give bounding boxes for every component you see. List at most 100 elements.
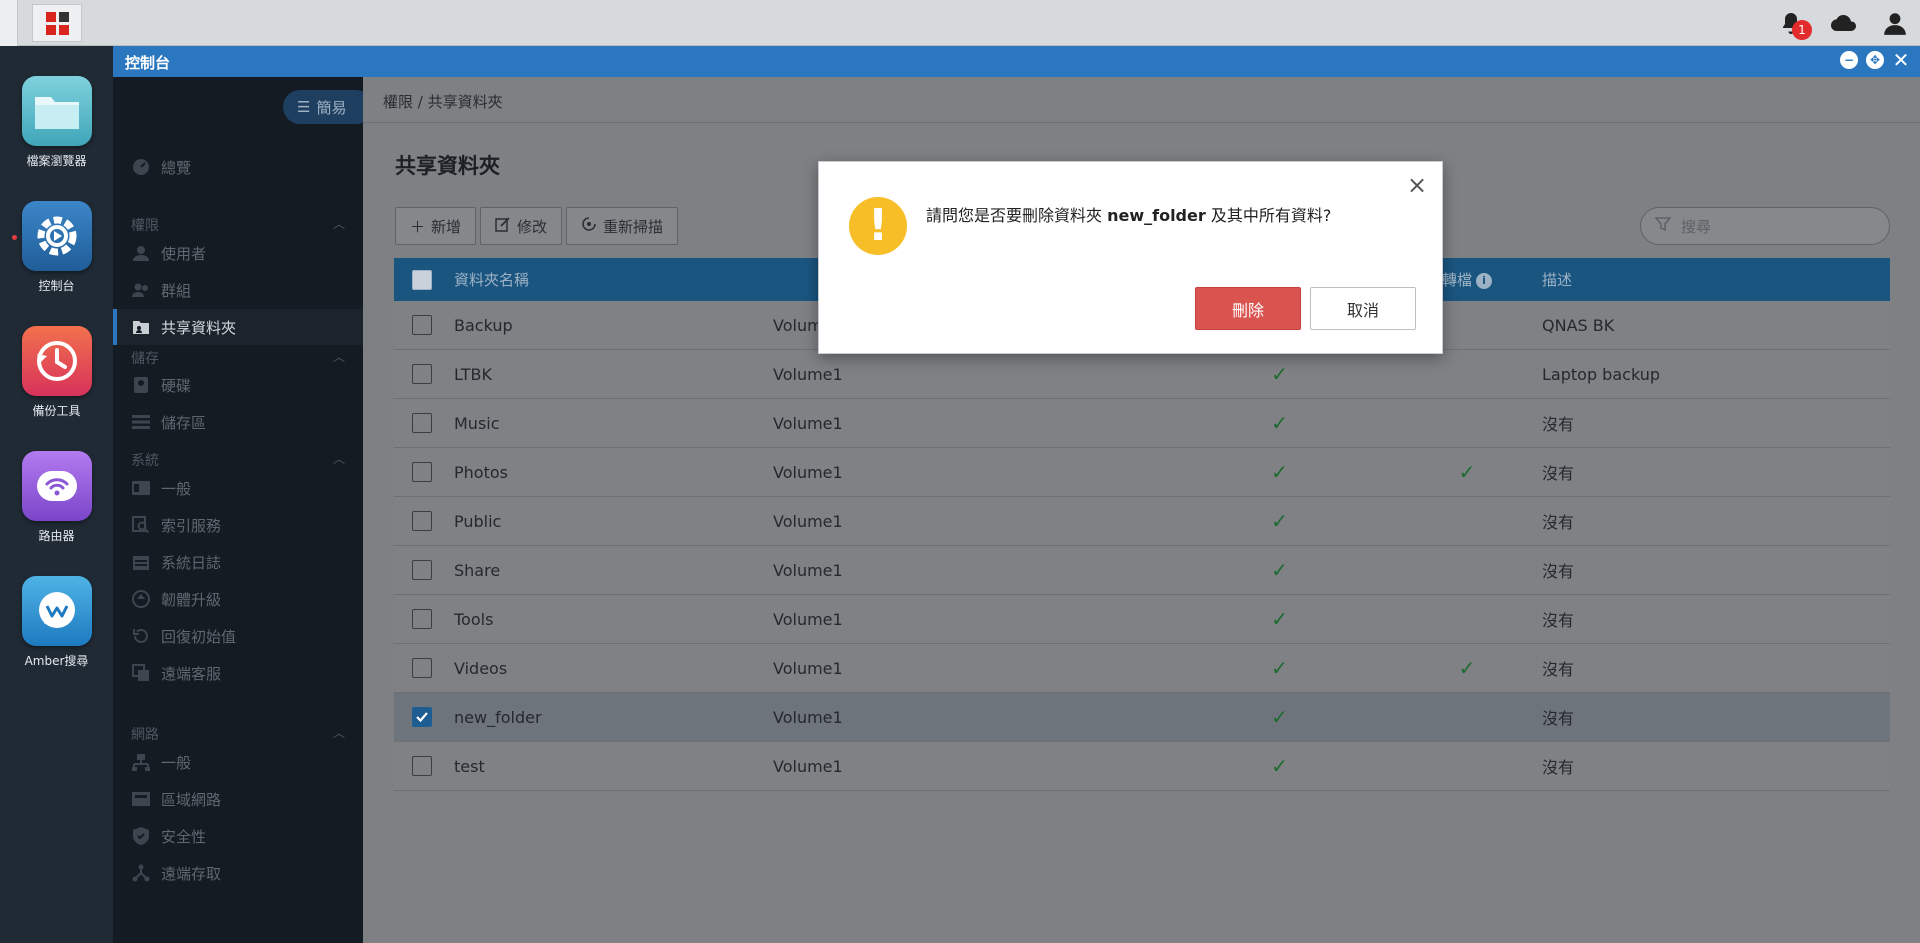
- description-cell: 沒有: [1542, 562, 1575, 581]
- description-cell: 沒有: [1542, 660, 1575, 679]
- sidebar-item-network-general[interactable]: 一般: [113, 744, 363, 780]
- column-b-cell: ✓: [1167, 462, 1392, 483]
- sidebar-item-shared-folders[interactable]: 共享資料夾: [113, 309, 363, 345]
- table-row[interactable]: Photos Volume1 ✓ ✓ 沒有: [394, 448, 1890, 497]
- running-indicator: [12, 235, 17, 240]
- sidebar-group-network[interactable]: 網路 ︿: [131, 724, 345, 744]
- sidebar-item-security[interactable]: 安全性: [113, 818, 363, 854]
- row-checkbox[interactable]: [412, 364, 432, 384]
- chevron-up-icon: ︿: [332, 726, 345, 740]
- column-b-cell: ✓: [1167, 609, 1392, 630]
- row-checkbox[interactable]: [412, 658, 432, 678]
- volume-cell: Volume1: [773, 609, 843, 629]
- row-checkbox[interactable]: [412, 413, 432, 433]
- edit-button[interactable]: 修改: [480, 207, 563, 245]
- row-checkbox[interactable]: [412, 560, 432, 580]
- sidebar-item-system-log[interactable]: 系統日誌: [113, 544, 363, 580]
- table-row[interactable]: Music Volume1 ✓ 沒有: [394, 399, 1890, 448]
- sidebar-item-users[interactable]: 使用者: [113, 235, 363, 271]
- close-window-button[interactable]: ✕: [1892, 50, 1910, 70]
- edit-icon: [495, 216, 511, 236]
- maximize-button[interactable]: ✥: [1866, 51, 1884, 69]
- dock-app-control-panel[interactable]: 控制台: [0, 201, 113, 294]
- description-cell: 沒有: [1542, 513, 1575, 532]
- row-checkbox[interactable]: [412, 707, 432, 727]
- sidebar-group-storage[interactable]: 儲存 ︿: [131, 348, 345, 368]
- sidebar-item-system-general[interactable]: 一般: [113, 470, 363, 506]
- row-checkbox[interactable]: [412, 511, 432, 531]
- folder-name-cell: Share: [454, 560, 501, 580]
- table-row[interactable]: Public Volume1 ✓ 沒有: [394, 497, 1890, 546]
- table-row[interactable]: new_folder Volume1 ✓ 沒有: [394, 693, 1890, 742]
- table-row[interactable]: test Volume1 ✓ 沒有: [394, 742, 1890, 791]
- dialog-close-button[interactable]: ×: [1406, 171, 1428, 199]
- sidebar-group-permissions[interactable]: 權限 ︿: [131, 215, 345, 235]
- rescan-button[interactable]: 重新掃描: [566, 207, 679, 245]
- sidebar-item-label: 硬碟: [161, 376, 192, 395]
- cloud-button[interactable]: [1828, 8, 1858, 38]
- dialog-message: 請問您是否要刪除資料夾 new_folder 及其中所有資料?: [926, 202, 1331, 226]
- row-checkbox[interactable]: [412, 609, 432, 629]
- row-checkbox[interactable]: [412, 756, 432, 776]
- dock-app-amber-search[interactable]: Amber搜尋: [0, 576, 113, 669]
- sidebar-group-label: 權限: [131, 218, 159, 234]
- dock-app-file-browser[interactable]: 檔案瀏覽器: [0, 76, 113, 169]
- sidebar-item-label: 區域網路: [161, 790, 222, 809]
- table-body: Backup Volume1 QNAS BK LTBK Volume1 ✓ Laptop b…: [394, 301, 1890, 791]
- sidebar-item-index-service[interactable]: 索引服務: [113, 507, 363, 543]
- breadcrumb-bar: [363, 77, 1920, 123]
- notification-button[interactable]: 1: [1776, 8, 1812, 40]
- select-all-checkbox[interactable]: [412, 269, 432, 290]
- sidebar-item-remote-access[interactable]: 遠端存取: [113, 855, 363, 891]
- delete-button[interactable]: 刪除: [1195, 287, 1301, 330]
- sidebar-item-firmware-upgrade[interactable]: 韌體升級: [113, 581, 363, 617]
- transcode-cell: ✓: [1392, 462, 1542, 483]
- user-button[interactable]: [1880, 8, 1910, 38]
- checkmark-icon: [416, 712, 428, 723]
- sidebar-item-lan[interactable]: 區域網路: [113, 781, 363, 817]
- upgrade-icon: [131, 589, 151, 609]
- table-row[interactable]: LTBK Volume1 ✓ Laptop backup: [394, 350, 1890, 399]
- filter-icon: [1654, 216, 1672, 236]
- sidebar-item-groups[interactable]: 群組: [113, 272, 363, 308]
- sidebar-item-factory-reset[interactable]: 回復初始值: [113, 618, 363, 654]
- table-row[interactable]: Share Volume1 ✓ 沒有: [394, 546, 1890, 595]
- column-header-description[interactable]: 描述: [1542, 269, 1842, 290]
- window-titlebar[interactable]: 控制台 − ✥ ✕: [113, 46, 1920, 77]
- sidebar-item-label: 使用者: [161, 244, 207, 263]
- simple-mode-button[interactable]: ☰ 簡易: [283, 90, 373, 124]
- add-button[interactable]: ＋ 新增: [395, 207, 477, 245]
- description-cell: Laptop backup: [1542, 364, 1661, 384]
- sidebar-item-label: 系統日誌: [161, 553, 222, 572]
- column-b-cell: ✓: [1167, 364, 1392, 385]
- confirm-delete-dialog: × ! 請問您是否要刪除資料夾 new_folder 及其中所有資料? 刪除 取…: [818, 161, 1443, 354]
- chevron-up-icon: ︿: [332, 452, 345, 466]
- minimize-icon: −: [1843, 53, 1855, 67]
- info-icon[interactable]: i: [1476, 272, 1492, 289]
- folder-name-cell: Tools: [454, 609, 494, 629]
- sidebar: ☰ 簡易 總覽 權限 ︿ 使用者 群組 共享資料夾 儲存 ︿ 硬碟 儲存區 系統…: [113, 77, 373, 943]
- sidebar-item-disks[interactable]: 硬碟: [113, 367, 363, 403]
- sidebar-item-label: 一般: [161, 479, 192, 498]
- sidebar-item-storage-pool[interactable]: 儲存區: [113, 404, 363, 440]
- minimize-button[interactable]: −: [1840, 51, 1858, 69]
- page-title: 共享資料夾: [395, 154, 500, 178]
- sidebar-group-system[interactable]: 系統 ︿: [131, 450, 345, 470]
- search-input[interactable]: 搜尋: [1640, 207, 1890, 245]
- dock-app-router[interactable]: 路由器: [0, 451, 113, 544]
- folder-name-cell: Videos: [454, 658, 508, 678]
- table-row[interactable]: Tools Volume1 ✓ 沒有: [394, 595, 1890, 644]
- sidebar-item-overview[interactable]: 總覽: [113, 149, 363, 185]
- column-header-name[interactable]: 資料夾名稱: [454, 269, 773, 290]
- row-checkbox[interactable]: [412, 462, 432, 482]
- folder-name-cell: Public: [454, 511, 502, 531]
- sidebar-item-label: 回復初始值: [161, 627, 237, 646]
- sidebar-item-label: 索引服務: [161, 516, 222, 535]
- row-checkbox[interactable]: [412, 315, 432, 335]
- table-row[interactable]: Videos Volume1 ✓ ✓ 沒有: [394, 644, 1890, 693]
- dock-app-backup-tool[interactable]: 備份工具: [0, 326, 113, 419]
- sidebar-item-remote-support[interactable]: 遠端客服: [113, 655, 363, 691]
- cancel-button[interactable]: 取消: [1310, 287, 1416, 330]
- apps-menu-button[interactable]: [32, 4, 82, 42]
- close-icon: ×: [1406, 171, 1428, 199]
